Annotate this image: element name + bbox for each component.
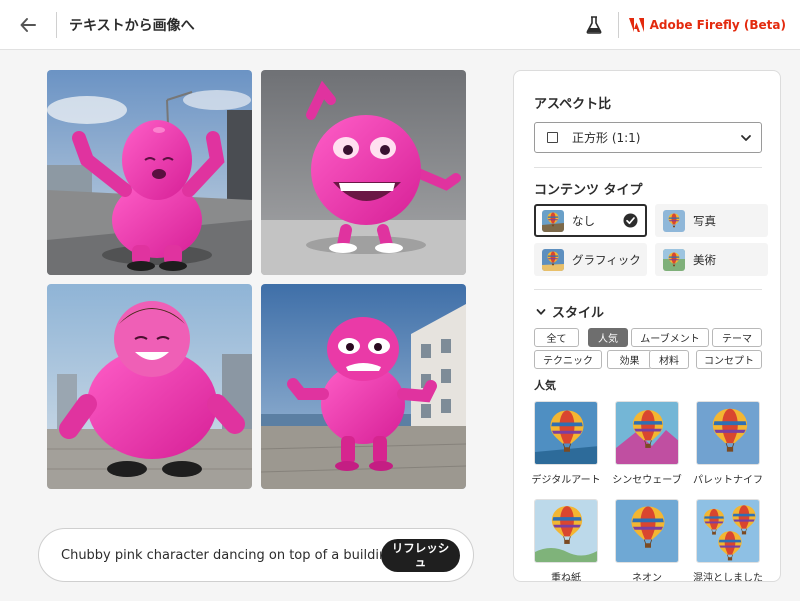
style-tag-material[interactable]: 材料 [649,350,689,369]
brand-name: Adobe Firefly (Beta) [649,18,786,32]
content-type-photo-thumb [663,209,685,232]
content-type-none-thumb [542,209,564,232]
prompt-input[interactable]: Chubby pink character dancing on top of … [61,548,381,563]
style-card-neon[interactable]: ネオン [615,499,679,581]
style-label: 混沌としました [693,573,763,582]
content-type-graphic-label: グラフィック [572,252,641,267]
generated-image-2[interactable] [261,70,466,275]
style-card-chaotic[interactable]: 混沌としました [693,499,763,581]
labs-button[interactable] [582,13,606,37]
style-tag-effect[interactable]: 効果 [607,350,652,369]
style-thumb-digital-art [534,401,598,465]
chevron-down-icon [741,135,751,141]
style-thumb-neon [615,499,679,563]
aspect-ratio-select[interactable]: 正方形 (1:1) [534,122,762,153]
flask-icon [586,16,602,34]
style-thumb-chaotic [696,499,760,563]
generated-image-4[interactable] [261,284,466,489]
header-divider-right [617,12,619,38]
style-thumb-synthwave [615,401,679,465]
content-type-none-label: なし [572,213,595,228]
style-card-synthwave[interactable]: シンセウェーブ [612,401,682,486]
generated-image-3[interactable] [47,284,252,489]
style-title: スタイル [552,306,605,321]
content-type-graphic[interactable]: グラフィック [534,243,647,276]
square-icon [547,132,558,143]
style-thumb-layered-paper [534,499,598,563]
section-divider [534,167,762,168]
aspect-ratio-title: アスペクト比 [534,97,612,112]
checkmark-circle-icon [623,213,638,228]
style-label: パレットナイフ [693,475,763,486]
back-button[interactable] [0,0,56,50]
style-tag-theme[interactable]: テーマ [712,328,762,347]
aspect-ratio-value: 正方形 (1:1) [572,131,641,145]
content-type-photo-label: 写真 [693,213,716,228]
content-type-art-thumb [663,248,685,271]
style-card-digital-art[interactable]: デジタルアート [531,401,601,486]
page-title: テキストから画像へ [69,17,195,34]
top-bar: テキストから画像へ Adobe Firefly (Beta) [0,0,800,50]
style-label: 重ね紙 [551,573,581,582]
adobe-logo-icon [628,18,644,32]
style-tag-concept[interactable]: コンセプト [696,350,762,369]
style-tag-technique[interactable]: テクニック [534,350,602,369]
popular-styles-title: 人気 [534,379,556,392]
content-type-title: コンテンツ タイプ [534,183,643,198]
content-type-art[interactable]: 美術 [655,243,768,276]
style-tag-all[interactable]: 全て [534,328,579,347]
brand[interactable]: Adobe Firefly (Beta) [628,18,786,32]
style-card-layered-paper[interactable]: 重ね紙 [534,499,598,581]
prompt-bar: Chubby pink character dancing on top of … [38,528,474,582]
refresh-button[interactable]: リフレッシュ [381,538,460,572]
style-label: デジタルアート [531,475,601,486]
content-type-graphic-thumb [542,248,564,271]
settings-panel: アスペクト比 正方形 (1:1) コンテンツ タイプ なし 写真 グラフィック [513,70,781,582]
style-tag-popular[interactable]: 人気 [588,328,628,347]
section-divider [534,289,762,290]
header-divider [56,11,57,38]
style-section-toggle[interactable]: スタイル [536,302,604,321]
style-tag-movement[interactable]: ムーブメント [631,328,709,347]
style-label: ネオン [632,573,662,582]
arrow-left-icon [20,17,36,32]
style-thumb-palette-knife [696,401,760,465]
content-type-photo[interactable]: 写真 [655,204,768,237]
content-type-none[interactable]: なし [534,204,647,237]
generated-image-1[interactable] [47,70,252,275]
chevron-down-icon [536,308,546,315]
generated-images-grid [47,70,467,490]
style-card-palette-knife[interactable]: パレットナイフ [693,401,763,486]
style-label: シンセウェーブ [612,475,682,486]
content-type-art-label: 美術 [693,252,716,267]
header-actions: Adobe Firefly (Beta) [582,0,786,50]
